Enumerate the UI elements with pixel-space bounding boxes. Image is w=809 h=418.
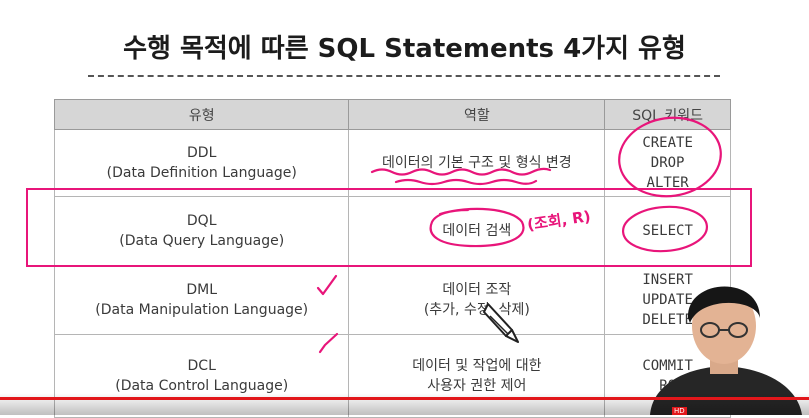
keyword-cell: CREATE DROP ALTER (604, 129, 731, 197)
type-abbr: DCL (187, 358, 216, 374)
role-text: 데이터의 기본 구조 및 형식 변경 (381, 155, 572, 171)
dql-highlight-box (26, 188, 752, 267)
table-row: DDL (Data Definition Language) 데이터의 기본 구… (53, 129, 731, 197)
slide-title: 수행 목적에 따른 SQL Statements 4가지 유형 (123, 34, 686, 64)
type-full: (Data Manipulation Language) (95, 302, 309, 318)
hd-badge: HD (672, 407, 687, 415)
role-cell: 데이터 조작 (추가, 수정, 삭제) (348, 265, 606, 335)
keyword: CREATE (642, 135, 693, 151)
type-abbr: DDL (187, 145, 217, 161)
type-full: (Data Definition Language) (106, 165, 297, 181)
table-row: DML (Data Manipulation Language) 데이터 조작 … (53, 265, 731, 335)
role-cell: 데이터의 기본 구조 및 형식 변경 (348, 129, 606, 197)
header-type: 유형 (53, 99, 350, 130)
header-role: 역할 (348, 99, 606, 130)
table-header-row: 유형 역할 SQL 키워드 (53, 99, 731, 130)
pen-cursor-icon (483, 303, 519, 343)
role-text-2: (추가, 수정, 삭제) (423, 302, 530, 318)
keyword: DROP (650, 155, 685, 171)
title-divider (88, 75, 720, 77)
type-cell: DML (Data Manipulation Language) (53, 265, 350, 335)
header-keyword: SQL 키워드 (604, 99, 731, 130)
role-text: 데이터 조작 (442, 282, 512, 298)
video-progress-bar[interactable] (0, 397, 809, 400)
type-abbr: DML (186, 282, 218, 298)
type-cell: DDL (Data Definition Language) (53, 129, 350, 197)
role-text: 데이터 및 작업에 대한 (412, 358, 542, 374)
